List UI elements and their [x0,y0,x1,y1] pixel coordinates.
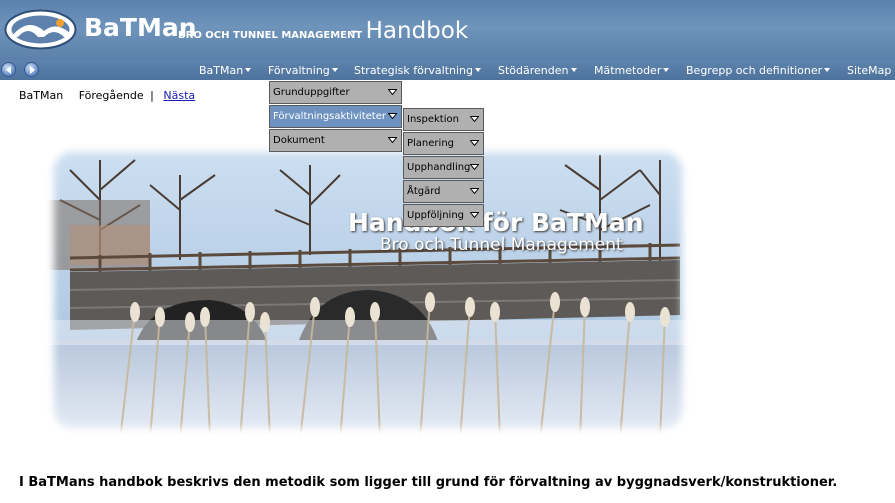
submenu-item-planering[interactable]: Planering [403,132,484,155]
nav-item-label: Begrepp och definitioner [686,64,823,77]
nav-item-label: Förvaltning [268,64,330,77]
nav-item-label: Stödärenden [498,64,569,77]
triangle-down-icon [388,113,397,119]
nav-item-begrepp[interactable]: Begrepp och definitioner [686,64,831,77]
nav-item-sitemap[interactable]: SiteMap [847,64,891,77]
nav-item-label: Mätmetoder [594,64,662,77]
triangle-down-icon [388,89,397,95]
triangle-down-icon [470,212,479,218]
site-header: BaTMan BRO OCH TUNNEL MANAGEMENT - Handb… [0,0,895,60]
batman-logo[interactable] [4,9,77,50]
submenu-item-label: Uppföljning [407,210,465,221]
caret-down-icon [475,68,482,72]
menu-item-forvaltningsaktiviteter[interactable]: Förvaltningsaktiviteter [269,105,402,128]
triangle-down-icon [388,137,397,143]
page-title: - Handbok [350,18,469,44]
triangle-down-icon [470,116,479,122]
menu-item-label: Dokument [273,135,325,146]
triangle-down-icon [470,188,479,194]
submenu-item-atgard[interactable]: Åtgärd [403,180,484,203]
caret-down-icon [663,68,670,72]
caret-down-icon [331,68,338,72]
caret-down-icon [570,68,577,72]
breadcrumb-separator: | [150,89,154,102]
nav-item-label: BaTMan [199,64,244,77]
triangle-down-icon [470,164,479,170]
menu-item-dokument[interactable]: Dokument [269,129,402,152]
caret-down-icon [245,68,252,72]
submenu-item-label: Upphandling [407,162,471,173]
menu-item-label: Förvaltningsaktiviteter [273,111,386,122]
hero-bridge-image [40,140,696,440]
breadcrumb: BaTMan Föregående | Nästa [19,89,195,102]
nav-item-matmetoder[interactable]: Mätmetoder [594,64,670,77]
nav-item-strategisk-forvaltning[interactable]: Strategisk förvaltning [354,64,482,77]
next-link[interactable]: Nästa [163,89,195,102]
nav-item-label: SiteMap [847,64,892,77]
submenu-item-uppfoljning[interactable]: Uppföljning [403,204,484,227]
submenu-item-label: Inspektion [407,114,459,125]
hero-subtitle: Bro och Tunnel Management [380,235,623,255]
nav-item-forvaltning[interactable]: Förvaltning [268,64,338,77]
menu-item-label: Grunduppgifter [273,87,350,98]
brand-subtitle: BRO OCH TUNNEL MANAGEMENT [178,30,363,41]
submenu-item-inspektion[interactable]: Inspektion [403,108,484,131]
triangle-down-icon [470,140,479,146]
intro-text: I BaTMans handbok beskrivs den metodik s… [19,475,838,490]
submenu-item-label: Åtgärd [407,186,441,197]
previous-link: Föregående [78,89,144,102]
submenu-item-label: Planering [407,138,455,149]
nav-item-stodarenden[interactable]: Stödärenden [498,64,577,77]
submenu-item-upphandling[interactable]: Upphandling [403,156,484,179]
nav-item-batman[interactable]: BaTMan [199,64,252,77]
forward-arrow-icon[interactable] [24,62,39,77]
nav-item-label: Strategisk förvaltning [354,64,474,77]
menu-item-grunduppgifter[interactable]: Grunduppgifter [269,81,402,104]
breadcrumb-home: BaTMan [19,89,64,102]
hero-title: Handbok för BaTMan [348,208,644,237]
back-arrow-icon[interactable] [1,62,16,77]
caret-down-icon [824,68,831,72]
main-navigation: BaTMan Förvaltning Strategisk förvaltnin… [0,60,895,80]
